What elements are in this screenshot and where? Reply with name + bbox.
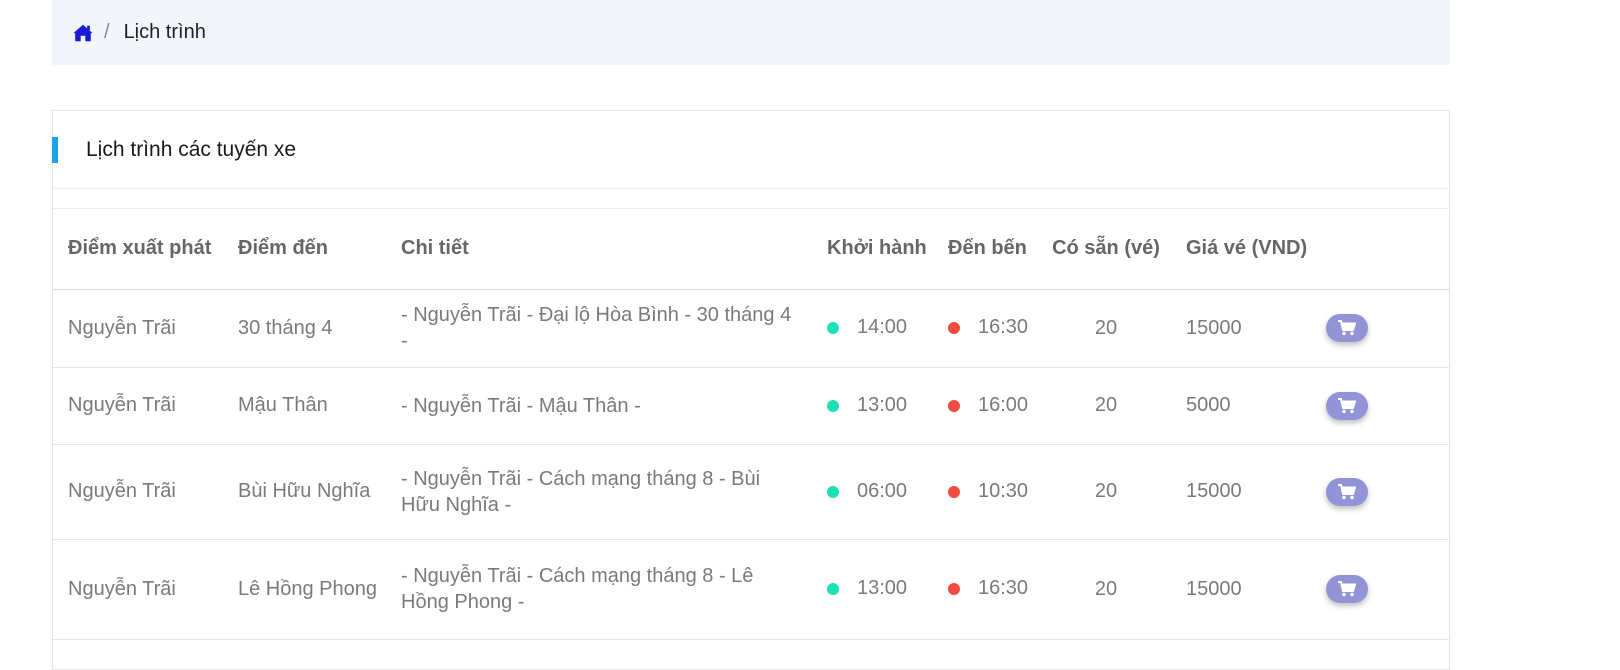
cell-to: Mậu Thân xyxy=(223,367,386,445)
cart-icon xyxy=(1338,581,1356,597)
cell-arrive: 16:30 xyxy=(933,539,1041,640)
buy-ticket-button[interactable] xyxy=(1326,391,1368,420)
depart-time: 14:00 xyxy=(857,316,908,339)
cell-available: 20 xyxy=(1041,289,1171,368)
home-icon[interactable] xyxy=(72,22,94,44)
arrive-time: 16:30 xyxy=(978,577,1029,600)
header-to: Điểm đến xyxy=(223,209,386,290)
header-depart: Khởi hành xyxy=(812,209,933,290)
arrive-dot-icon xyxy=(948,399,960,412)
cell-depart: 14:00 xyxy=(812,289,933,368)
cell-arrive: 10:30 xyxy=(933,444,1041,540)
table-header-row: Điểm xuất phát Điểm đến Chi tiết Khởi hà… xyxy=(53,209,1449,290)
arrive-dot-icon xyxy=(948,485,960,498)
depart-time: 13:00 xyxy=(857,577,908,600)
arrive-dot-icon xyxy=(948,583,960,596)
schedule-card: Lịch trình các tuyến xe Điểm xuất phát Đ… xyxy=(52,110,1450,670)
arrive-time: 16:00 xyxy=(978,394,1029,417)
table-row: Nguyễn Trãi Lê Hồng Phong - Nguyễn Trãi … xyxy=(53,539,1449,640)
buy-ticket-button[interactable] xyxy=(1326,477,1368,506)
breadcrumb: / Lịch trình xyxy=(52,0,1450,65)
cell-depart: 06:00 xyxy=(812,444,933,540)
cell-to: Lê Hồng Phong xyxy=(223,539,386,640)
table-row: Nguyễn Trãi 30 tháng 4 - Nguyễn Trãi - Đ… xyxy=(53,289,1449,368)
table-row: Nguyễn Trãi Mậu Thân - Nguyễn Trãi - Mậu… xyxy=(53,367,1449,445)
table-row: Nguyễn Trãi Bùi Hữu Nghĩa - Nguyễn Trãi … xyxy=(53,444,1449,540)
cell-available: 20 xyxy=(1041,539,1171,640)
cell-from: Nguyễn Trãi xyxy=(53,539,223,640)
depart-dot-icon xyxy=(827,485,839,498)
cell-detail: - Nguyễn Trãi - Đại lộ Hòa Bình - 30 thá… xyxy=(386,289,812,368)
card-title: Lịch trình các tuyến xe xyxy=(86,138,297,161)
cell-from: Nguyễn Trãi xyxy=(53,444,223,540)
header-available: Có sẵn (vé) xyxy=(1041,209,1171,290)
depart-dot-icon xyxy=(827,322,839,335)
breadcrumb-current: Lịch trình xyxy=(123,21,206,43)
card-accent-bar xyxy=(52,137,58,163)
cell-available: 20 xyxy=(1041,444,1171,540)
arrive-dot-icon xyxy=(948,322,960,335)
cart-icon xyxy=(1338,483,1356,499)
cell-depart: 13:00 xyxy=(812,367,933,445)
depart-time: 13:00 xyxy=(857,394,908,417)
cell-depart: 13:00 xyxy=(812,539,933,640)
buy-ticket-button[interactable] xyxy=(1326,314,1368,342)
cell-price: 15000 xyxy=(1171,539,1311,640)
cart-icon xyxy=(1338,397,1356,413)
header-action xyxy=(1311,209,1449,290)
depart-time: 06:00 xyxy=(857,480,908,503)
cell-price: 15000 xyxy=(1171,289,1311,368)
cell-arrive: 16:30 xyxy=(933,289,1041,368)
cell-arrive: 16:00 xyxy=(933,367,1041,445)
cell-from: Nguyễn Trãi xyxy=(53,289,223,368)
card-spacer xyxy=(53,189,1449,209)
arrive-time: 16:30 xyxy=(978,316,1029,339)
breadcrumb-separator: / xyxy=(104,21,110,43)
cell-available: 20 xyxy=(1041,367,1171,445)
cell-detail: - Nguyễn Trãi - Cách mạng tháng 8 - Lê H… xyxy=(386,539,812,640)
cell-detail: - Nguyễn Trãi - Cách mạng tháng 8 - Bùi … xyxy=(386,444,812,540)
cell-action xyxy=(1311,539,1449,640)
buy-ticket-button[interactable] xyxy=(1326,575,1368,603)
cell-price: 15000 xyxy=(1171,444,1311,540)
header-detail: Chi tiết xyxy=(386,209,812,290)
cart-icon xyxy=(1338,320,1356,336)
schedule-table: Điểm xuất phát Điểm đến Chi tiết Khởi hà… xyxy=(53,209,1449,640)
cell-action xyxy=(1311,367,1449,445)
card-header: Lịch trình các tuyến xe xyxy=(52,111,1449,189)
cell-to: 30 tháng 4 xyxy=(223,289,386,368)
cell-action xyxy=(1311,289,1449,368)
header-price: Giá vé (VND) xyxy=(1171,209,1311,290)
header-arrive: Đến bến xyxy=(933,209,1041,290)
cell-price: 5000 xyxy=(1171,367,1311,445)
arrive-time: 10:30 xyxy=(978,480,1029,503)
cell-from: Nguyễn Trãi xyxy=(53,367,223,445)
cell-to: Bùi Hữu Nghĩa xyxy=(223,444,386,540)
cell-action xyxy=(1311,444,1449,540)
cell-detail: - Nguyễn Trãi - Mậu Thân - xyxy=(386,367,812,445)
header-from: Điểm xuất phát xyxy=(53,209,223,290)
depart-dot-icon xyxy=(827,399,839,412)
depart-dot-icon xyxy=(827,583,839,596)
